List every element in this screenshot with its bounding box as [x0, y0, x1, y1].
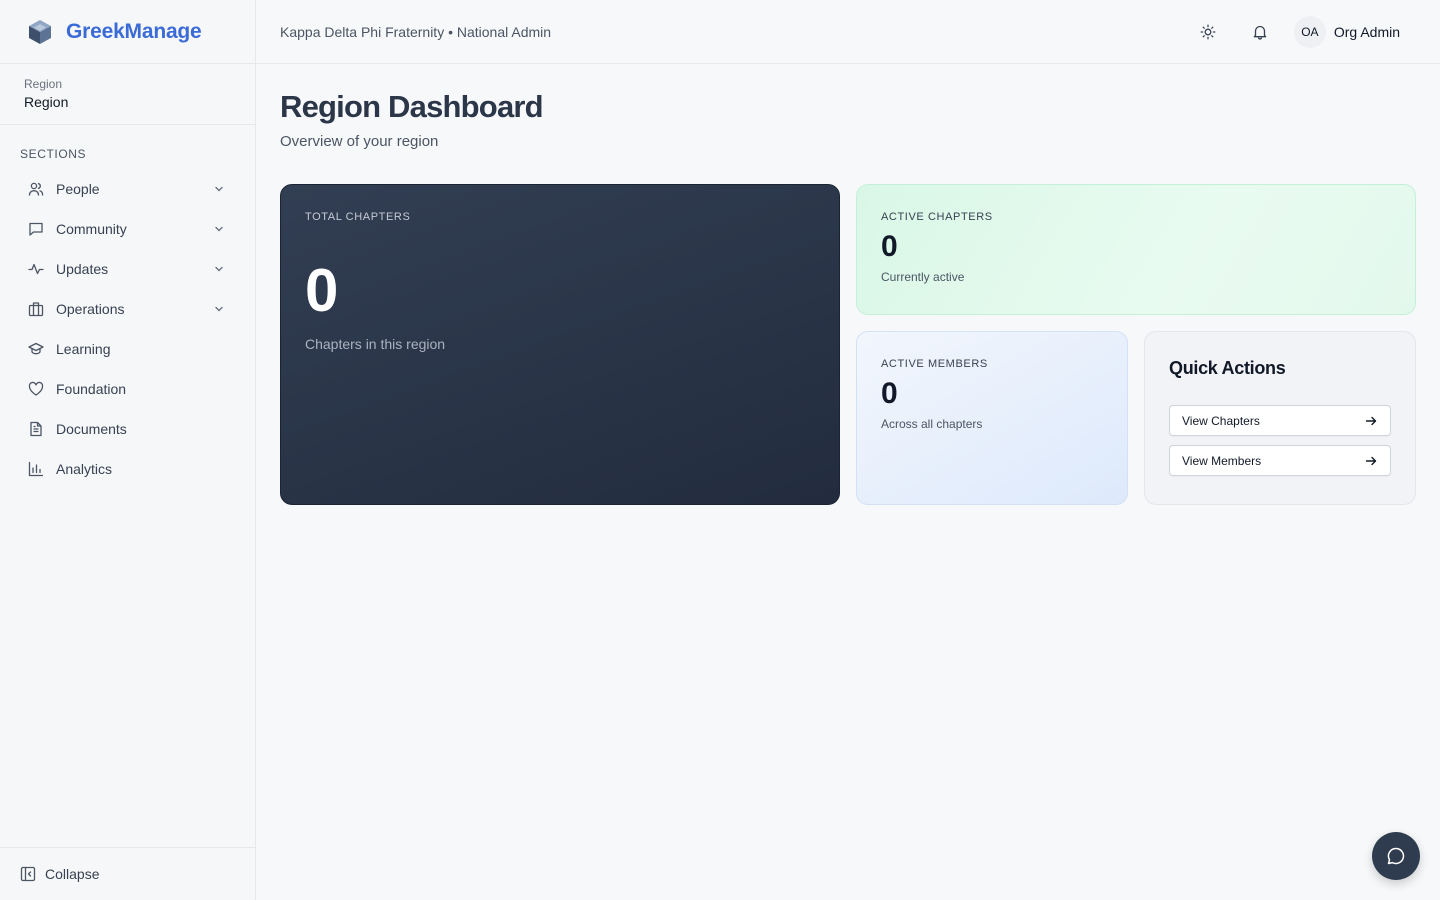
sidebar-item-label: People: [56, 181, 100, 197]
brand[interactable]: GreekManage: [0, 0, 255, 64]
chevron-down-icon: [215, 226, 223, 232]
arrow-right-icon: [1365, 416, 1377, 425]
notifications-button[interactable]: [1244, 16, 1276, 48]
breadcrumb: Kappa Delta Phi Fraternity • National Ad…: [280, 23, 552, 40]
active-members-card: ACTIVE MEMBERS 0 Across all chapters: [856, 331, 1128, 505]
scope-value: Region: [24, 94, 69, 110]
user-menu[interactable]: OA Org Admin: [1293, 15, 1400, 48]
activity-icon: [28, 263, 44, 275]
active-chapters-card: ACTIVE CHAPTERS 0 Currently active: [856, 184, 1416, 315]
chat-button[interactable]: [1372, 832, 1420, 880]
theme-toggle-button[interactable]: [1192, 16, 1224, 48]
heart-icon: [28, 381, 44, 396]
button-label: View Chapters: [1182, 413, 1260, 428]
message-square-icon: [29, 222, 43, 236]
brand-name: GreekManage: [66, 19, 202, 43]
cube-logo-icon: [29, 19, 51, 44]
stat-value: 0: [305, 257, 339, 324]
sidebar-item-analytics[interactable]: Analytics: [0, 449, 255, 489]
file-text-icon: [30, 421, 42, 437]
collapse-button[interactable]: Collapse: [0, 847, 255, 900]
view-members-button[interactable]: View Members: [1169, 445, 1391, 476]
sidebar-item-foundation[interactable]: Foundation: [0, 369, 255, 409]
graduation-cap-icon: [28, 342, 44, 355]
sidebar-item-operations[interactable]: Operations: [0, 289, 255, 329]
stat-label: ACTIVE MEMBERS: [881, 358, 988, 370]
chevron-down-icon: [215, 306, 223, 312]
avatar: OA: [1293, 15, 1326, 48]
arrow-right-icon: [1365, 456, 1377, 465]
building-icon: [28, 302, 44, 317]
sidebar-item-learning[interactable]: Learning: [0, 329, 255, 369]
view-chapters-button[interactable]: View Chapters: [1169, 405, 1391, 436]
bar-chart-icon: [28, 461, 44, 477]
sidebar-nav: People Community Updates Operations Lear…: [0, 169, 255, 489]
users-icon: [28, 182, 44, 196]
bell-icon: [1253, 25, 1267, 40]
collapse-label: Collapse: [45, 866, 100, 882]
sidebar-item-label: Updates: [56, 261, 109, 277]
stat-value: 0: [881, 230, 898, 263]
chevron-down-icon: [215, 266, 223, 272]
sidebar-item-label: Analytics: [56, 461, 113, 477]
quick-actions-title: Quick Actions: [1169, 358, 1286, 378]
sidebar-item-label: Operations: [56, 301, 125, 317]
user-name: Org Admin: [1333, 23, 1400, 40]
sidebar-item-label: Community: [56, 221, 127, 237]
sidebar-item-documents[interactable]: Documents: [0, 409, 255, 449]
stat-description: Across all chapters: [881, 417, 983, 431]
sections-title: SECTIONS: [20, 147, 87, 161]
stat-value: 0: [881, 377, 898, 410]
panel-left-close-icon: [20, 866, 36, 882]
sidebar: GreekManage Region Region SECTIONS Peopl…: [0, 0, 256, 900]
scope-selector[interactable]: Region Region: [0, 64, 255, 125]
chevron-down-icon: [215, 186, 223, 192]
total-chapters-card: TOTAL CHAPTERS 0 Chapters in this region: [280, 184, 840, 505]
scope-label: Region: [24, 77, 63, 91]
stat-label: ACTIVE CHAPTERS: [881, 211, 993, 223]
button-label: View Members: [1182, 453, 1262, 468]
sidebar-item-people[interactable]: People: [0, 169, 255, 209]
message-circle-icon: [1387, 847, 1405, 865]
topbar: Kappa Delta Phi Fraternity • National Ad…: [256, 0, 1440, 64]
sidebar-item-community[interactable]: Community: [0, 209, 255, 249]
page-subtitle: Overview of your region: [280, 133, 439, 150]
stat-description: Currently active: [881, 270, 965, 284]
stat-description: Chapters in this region: [305, 336, 446, 352]
page-title: Region Dashboard: [280, 89, 544, 124]
quick-actions-card: Quick Actions View Chapters View Members: [1144, 331, 1416, 505]
stat-label: TOTAL CHAPTERS: [305, 211, 411, 223]
main-content: Region Dashboard Overview of your region…: [280, 64, 1416, 505]
sun-icon: [1200, 24, 1216, 39]
sidebar-item-label: Learning: [56, 341, 111, 357]
sidebar-item-label: Foundation: [56, 381, 127, 397]
sidebar-item-label: Documents: [56, 421, 127, 437]
sidebar-item-updates[interactable]: Updates: [0, 249, 255, 289]
